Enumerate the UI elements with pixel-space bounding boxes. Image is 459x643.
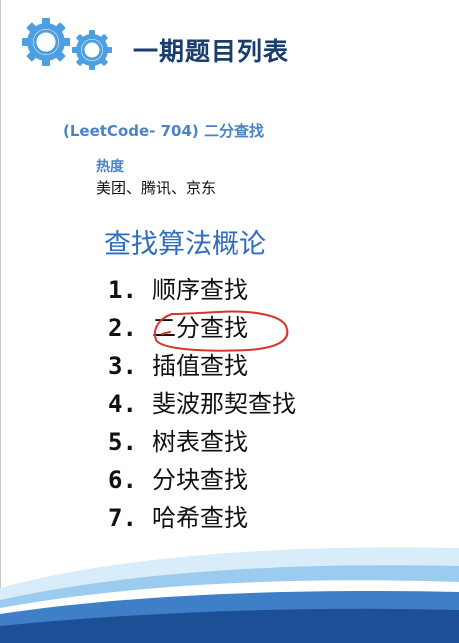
problem-heading: (LeetCode- 704) 二分查找 xyxy=(63,122,264,140)
list-item-number: 3. xyxy=(108,352,137,380)
list-item-label: 顺序查找 xyxy=(152,276,248,304)
page-title: 一期题目列表 xyxy=(133,37,290,66)
list-item-number: 5. xyxy=(108,428,137,456)
list-item-label: 哈希查找 xyxy=(152,504,248,532)
footer-wave-decoration xyxy=(0,547,459,643)
list-item-label: 树表查找 xyxy=(152,428,248,456)
gears-icon xyxy=(22,18,112,70)
heat-companies: 美团、腾讯、京东 xyxy=(96,179,217,197)
list-item-number: 6. xyxy=(108,466,137,494)
list-item: 7. 哈希查找 xyxy=(108,499,296,537)
list-item: 1. 顺序查找 xyxy=(108,271,296,309)
list-item-number: 4. xyxy=(108,390,137,418)
heat-label: 热度 xyxy=(96,159,124,175)
hand-drawn-circle-annotation xyxy=(154,310,289,352)
list-item: 5. 树表查找 xyxy=(108,423,296,461)
list-item: 6. 分块查找 xyxy=(108,461,296,499)
list-item-label: 分块查找 xyxy=(152,466,248,494)
list-item: 4. 斐波那契查找 xyxy=(108,385,296,423)
list-item-number: 7. xyxy=(108,504,137,532)
section-title: 查找算法概论 xyxy=(104,229,266,260)
list-item-label: 斐波那契查找 xyxy=(152,390,296,418)
list-item-number: 1. xyxy=(108,276,137,304)
slide: 一期题目列表 (LeetCode- 704) 二分查找 热度 美团、腾讯、京东 … xyxy=(0,0,459,643)
list-item-label: 插值查找 xyxy=(152,352,248,380)
list-item-number: 2. xyxy=(108,314,137,342)
